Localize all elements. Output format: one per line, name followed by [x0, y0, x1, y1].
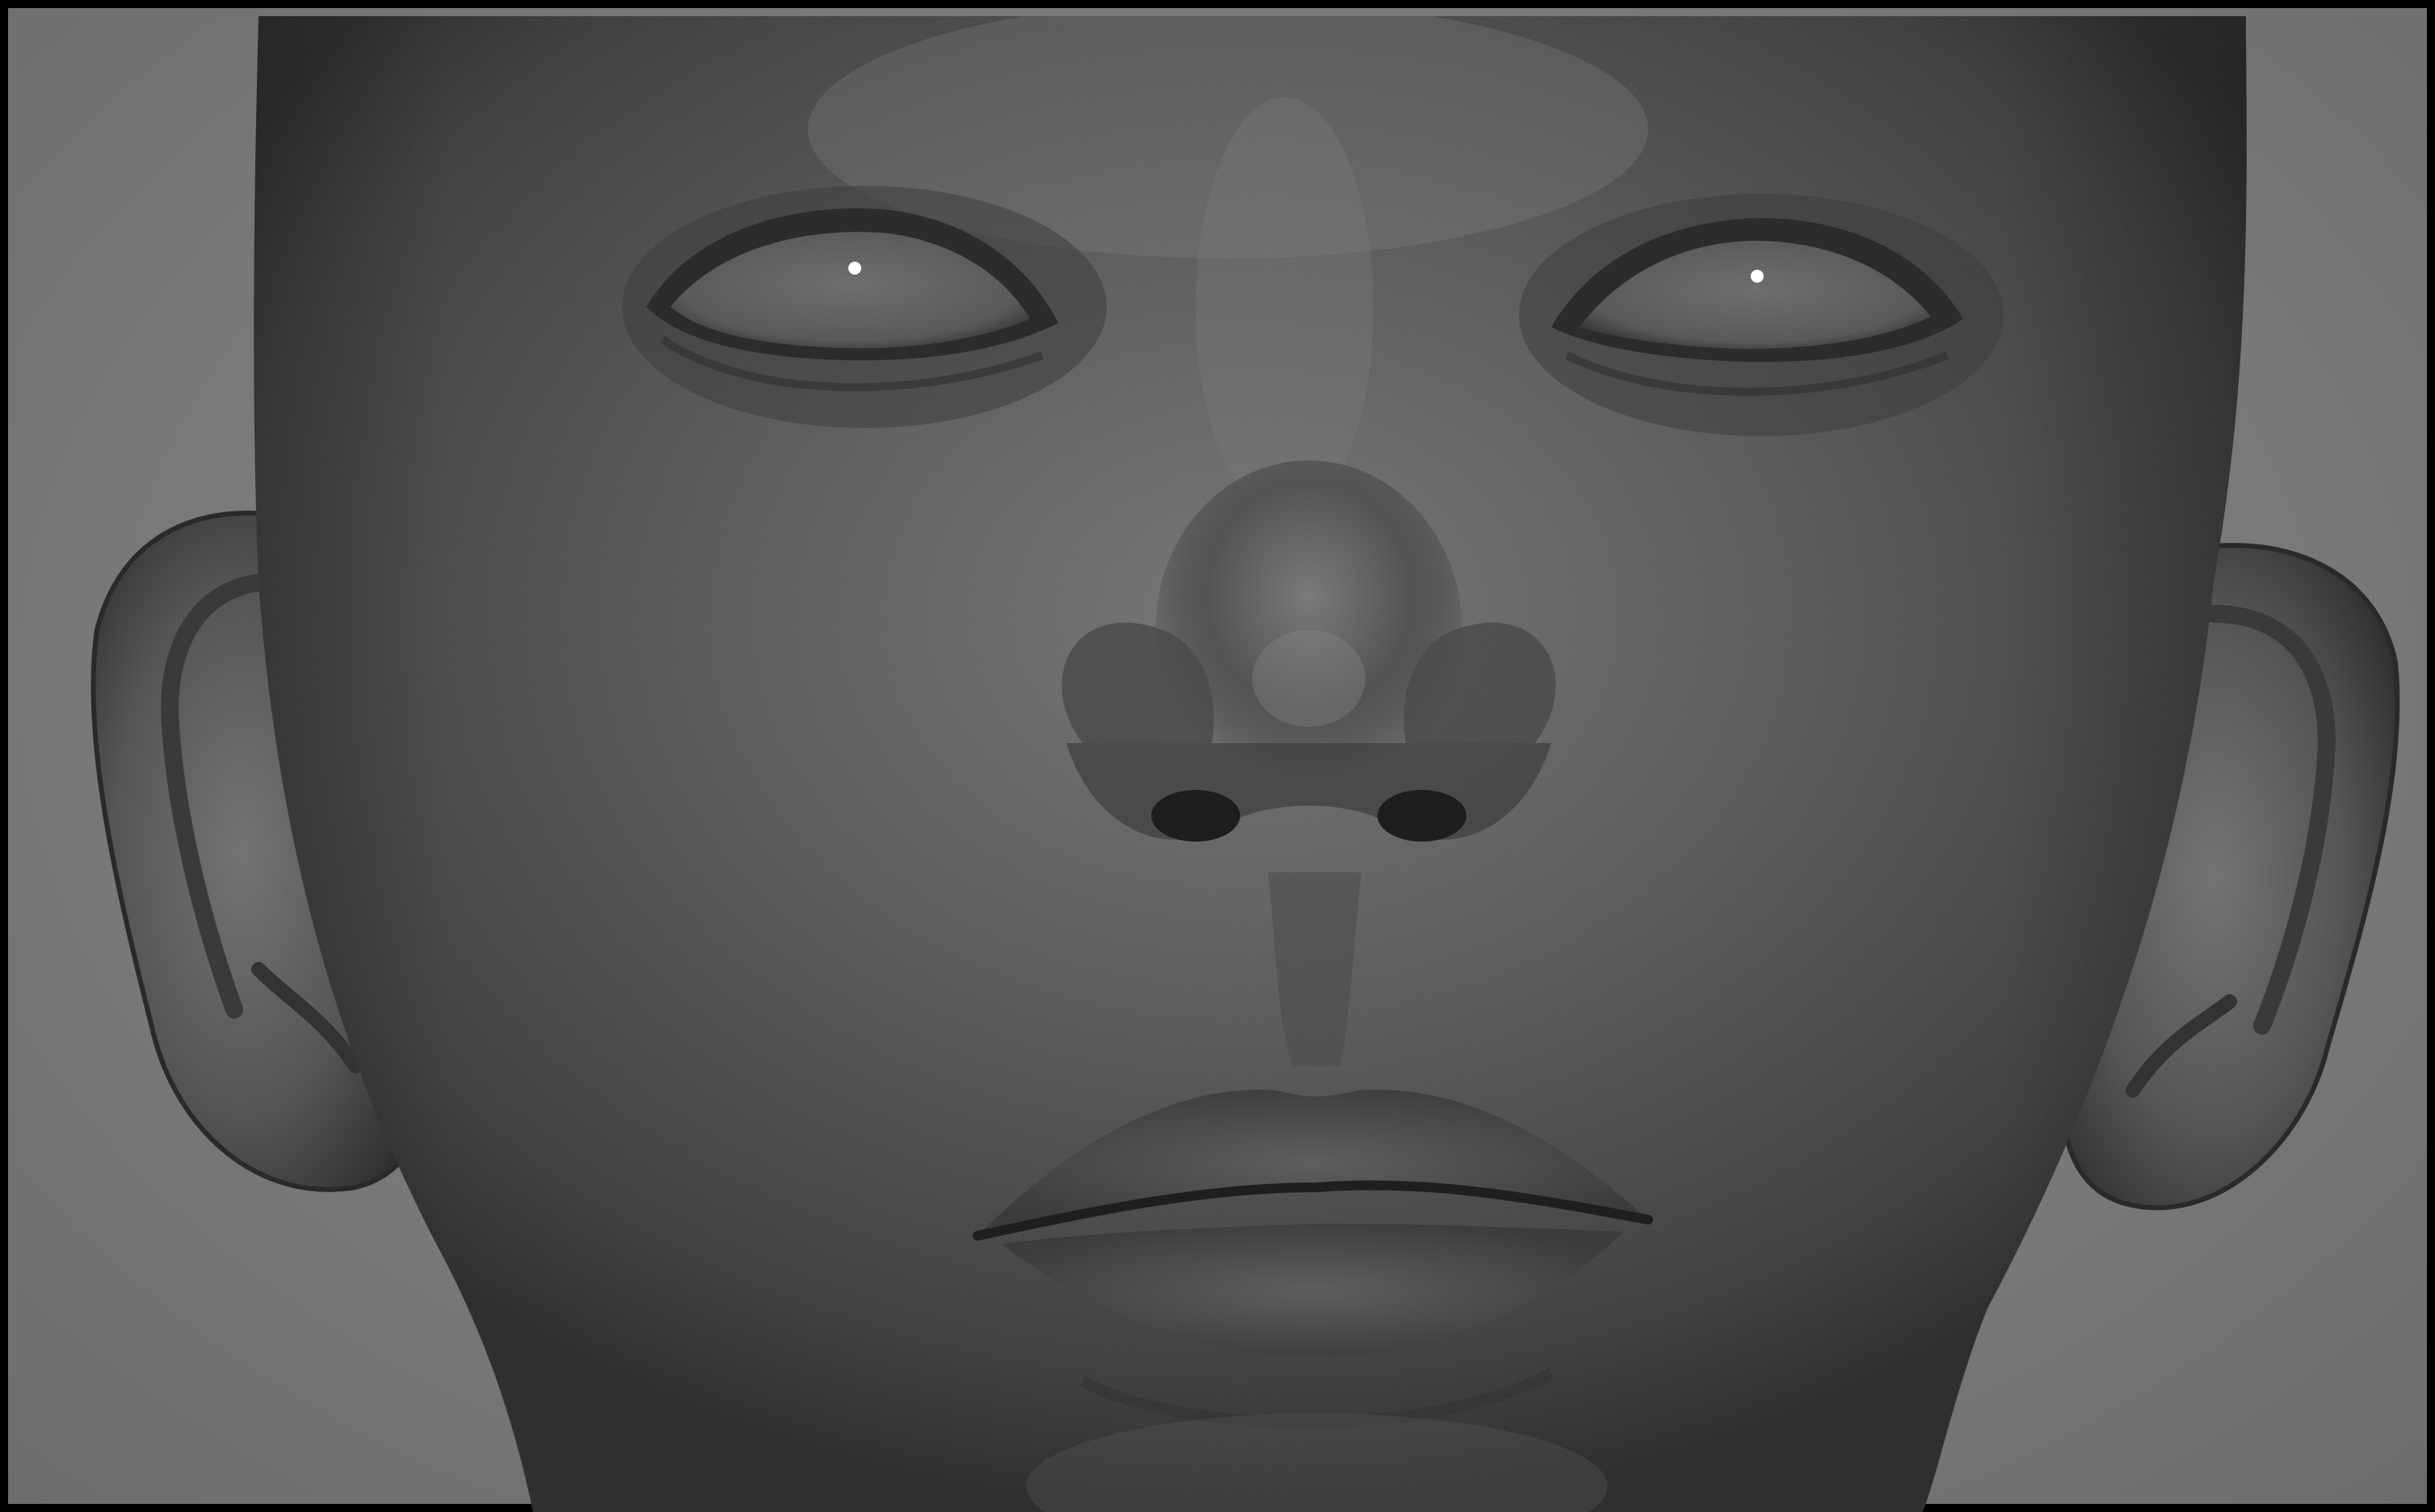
left-eye: [622, 186, 1107, 428]
left-eye-specular: [848, 262, 861, 275]
sculpt-viewport[interactable]: [16, 16, 2435, 1512]
right-eye: [1519, 194, 2004, 436]
left-nostril: [1151, 790, 1240, 842]
right-eye-specular: [1751, 270, 1764, 283]
right-nostril: [1377, 790, 1466, 842]
viewport-frame: [0, 0, 2435, 1512]
